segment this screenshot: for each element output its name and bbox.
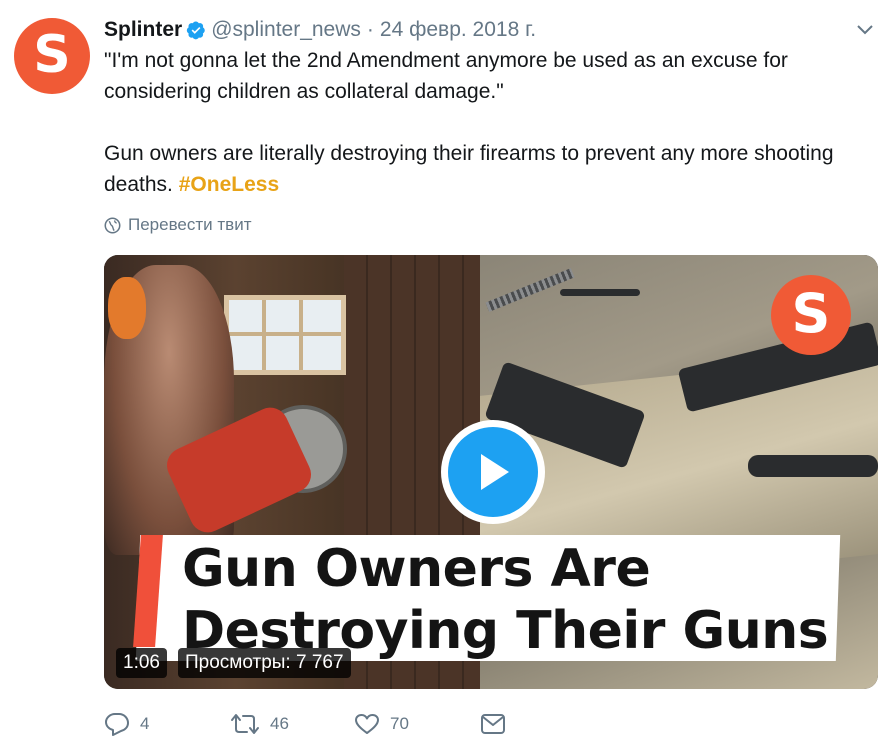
display-name[interactable]: Splinter xyxy=(104,18,182,42)
heart-icon xyxy=(355,714,379,734)
reply-icon xyxy=(105,713,129,736)
play-icon xyxy=(481,454,509,490)
ear-protection xyxy=(108,277,146,339)
tweet-date[interactable]: 24 февр. 2018 г. xyxy=(380,18,536,42)
reply-count: 4 xyxy=(140,714,150,733)
tweet-quote: "I'm not gonna let the 2nd Amendment any… xyxy=(104,49,788,103)
user-handle[interactable]: @splinter_news xyxy=(211,18,361,42)
verified-badge-icon xyxy=(187,21,205,40)
splinter-logo-badge: S xyxy=(771,275,851,355)
retweet-count: 46 xyxy=(270,714,289,733)
reply-button[interactable]: 4 xyxy=(104,712,230,736)
garage-window xyxy=(224,295,346,375)
retweet-icon xyxy=(231,714,259,734)
badge-letter: S xyxy=(791,281,831,345)
direct-message-button[interactable] xyxy=(480,713,516,735)
envelope-icon xyxy=(481,714,505,734)
gun-pin xyxy=(560,289,640,296)
like-button[interactable]: 70 xyxy=(354,712,480,736)
tweet-text: "I'm not gonna let the 2nd Amendment any… xyxy=(104,45,874,200)
tweet-actions: 4 46 70 xyxy=(104,708,516,740)
tweet-body: Gun owners are literally destroying thei… xyxy=(104,138,874,200)
globe-icon xyxy=(104,217,121,233)
chevron-down-icon[interactable] xyxy=(856,24,874,36)
separator-dot: · xyxy=(366,18,374,41)
hashtag-link[interactable]: #OneLess xyxy=(179,173,279,196)
play-button[interactable] xyxy=(441,420,545,524)
gun-barrel xyxy=(748,455,878,477)
video-duration: 1:06 xyxy=(116,648,167,678)
video-views: Просмотры: 7 767 xyxy=(178,648,351,678)
translate-tweet-link[interactable]: Перевести твит xyxy=(104,212,251,238)
avatar[interactable]: S xyxy=(14,18,90,94)
video-player[interactable]: S Gun Owners Are Destroying Their Guns 1… xyxy=(104,255,878,689)
like-count: 70 xyxy=(390,714,409,733)
translate-label: Перевести твит xyxy=(128,215,252,234)
tweet-header: Splinter @splinter_news · 24 февр. 2018 … xyxy=(104,16,536,44)
retweet-button[interactable]: 46 xyxy=(230,712,354,736)
avatar-letter: S xyxy=(33,25,71,85)
headline-line-1: Gun Owners Are xyxy=(182,539,651,599)
